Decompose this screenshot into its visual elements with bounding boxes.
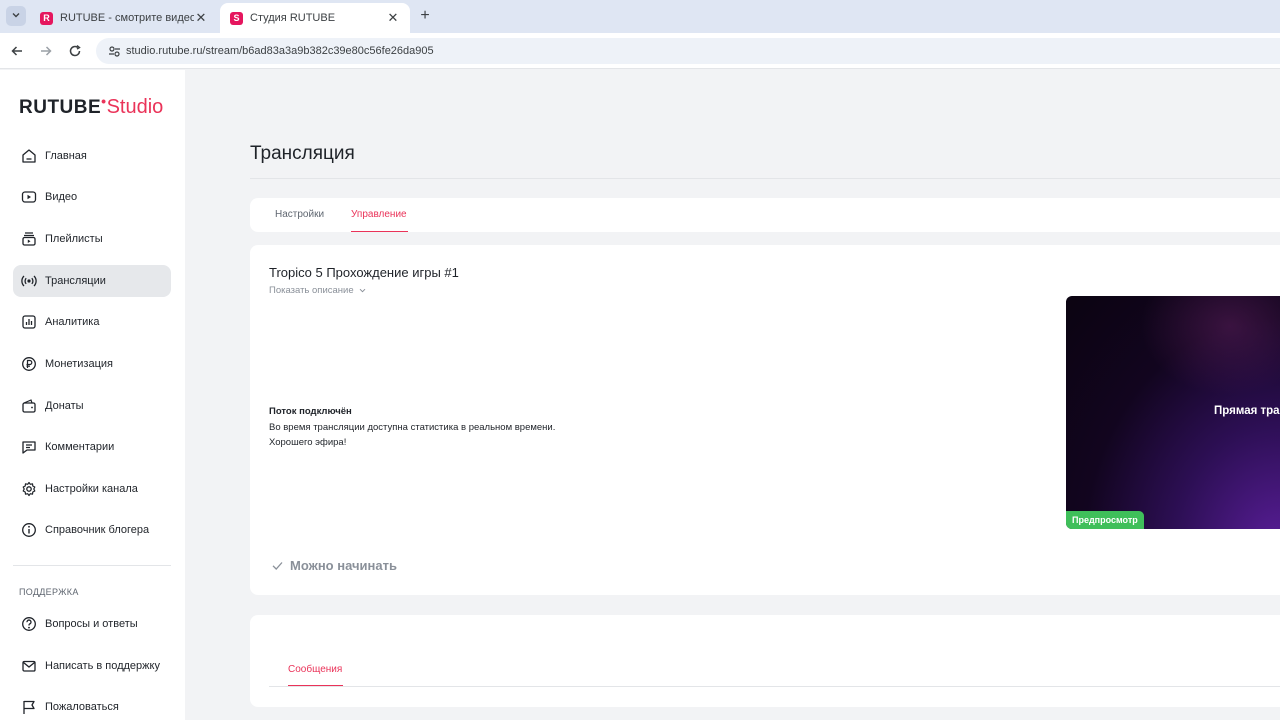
messages-card: Сообщения: [250, 615, 1280, 707]
browser-tab-rutube[interactable]: R RUTUBE - смотрите видео онл ✕: [30, 3, 218, 33]
stream-title: Tropico 5 Прохождение игры #1: [269, 265, 459, 280]
reload-icon: [69, 44, 81, 57]
sidebar-item-analytics[interactable]: Аналитика: [13, 306, 171, 338]
browser-tab-studio[interactable]: S Студия RUTUBE ✕: [220, 3, 410, 33]
site-settings-icon[interactable]: [106, 43, 122, 59]
sidebar: RUTUBE•Studio Главная Видео Плейлисты Тр…: [0, 70, 185, 720]
sidebar-item-label: Монетизация: [45, 358, 113, 370]
reload-button[interactable]: [65, 41, 85, 61]
comment-icon: [20, 438, 38, 456]
sidebar-item-label: Донаты: [45, 400, 84, 412]
title-divider: [250, 178, 1280, 179]
sidebar-item-label: Аналитика: [45, 316, 100, 328]
page-tabs: Настройки Управление: [250, 198, 1280, 232]
sidebar-item-channel-settings[interactable]: Настройки канала: [13, 473, 171, 505]
sidebar-item-faq[interactable]: Вопросы и ответы: [13, 608, 171, 640]
sidebar-item-label: Видео: [45, 191, 78, 203]
stream-status-greeting: Хорошего эфира!: [269, 437, 347, 448]
forward-button[interactable]: [36, 41, 56, 61]
arrow-left-icon: [11, 46, 22, 56]
arrow-right-icon: [41, 46, 52, 56]
sidebar-item-home[interactable]: Главная: [13, 140, 171, 172]
new-tab-button[interactable]: +: [416, 7, 434, 25]
sidebar-item-label: Плейлисты: [45, 233, 103, 245]
sidebar-item-comments[interactable]: Комментарии: [13, 431, 171, 463]
checkmark-icon: [271, 559, 284, 572]
browser-tab-title: Студия RUTUBE: [250, 12, 336, 24]
browser-toolbar: studio.rutube.ru/stream/b6ad83a3a9b382c3…: [0, 33, 1280, 69]
ready-to-start-status: Можно начинать: [271, 558, 397, 573]
active-tab-indicator: [288, 685, 343, 686]
address-bar[interactable]: studio.rutube.ru/stream/b6ad83a3a9b382c3…: [96, 38, 1280, 64]
sidebar-item-donations[interactable]: Донаты: [13, 390, 171, 422]
sidebar-divider: [13, 565, 171, 566]
sidebar-item-broadcasts[interactable]: Трансляции: [13, 265, 171, 297]
preview-live-text: Прямая трансляция: [1214, 405, 1280, 417]
sidebar-item-label: Главная: [45, 150, 87, 162]
sidebar-item-contact-support[interactable]: Написать в поддержку: [13, 650, 171, 682]
rutube-favicon-icon: R: [40, 11, 53, 25]
sidebar-item-report[interactable]: Пожаловаться: [13, 691, 171, 720]
close-tab-icon[interactable]: ✕: [194, 10, 208, 26]
sidebar-item-video[interactable]: Видео: [13, 181, 171, 213]
browser-tab-strip: R RUTUBE - смотрите видео онл ✕ S Студия…: [0, 0, 1280, 33]
close-tab-icon[interactable]: ✕: [386, 10, 400, 26]
tab-search-button[interactable]: [6, 6, 26, 26]
video-icon: [20, 188, 38, 206]
tab-messages[interactable]: Сообщения: [288, 664, 342, 675]
chevron-down-icon: [11, 7, 21, 25]
page-title: Трансляция: [250, 143, 355, 164]
info-icon: [20, 521, 38, 539]
chevron-down-icon: [358, 286, 367, 295]
analytics-icon: [20, 313, 38, 331]
mail-icon: [20, 657, 38, 675]
sidebar-item-monetization[interactable]: Монетизация: [13, 348, 171, 380]
studio-app: RUTUBE•Studio Главная Видео Плейлисты Тр…: [0, 70, 1280, 720]
tab-settings[interactable]: Настройки: [275, 209, 324, 220]
sidebar-item-label: Пожаловаться: [45, 701, 119, 713]
preview-glow: [1140, 296, 1280, 396]
stream-status-title: Поток подключён: [269, 406, 352, 417]
messages-divider: [269, 686, 1280, 687]
ready-label: Можно начинать: [290, 558, 397, 573]
sidebar-item-playlists[interactable]: Плейлисты: [13, 223, 171, 255]
stream-card: Tropico 5 Прохождение игры #1 Показать о…: [250, 245, 1280, 595]
preview-badge: Предпросмотр: [1066, 511, 1144, 529]
back-button[interactable]: [7, 41, 27, 61]
rutube-studio-favicon-icon: S: [230, 11, 243, 25]
broadcast-icon: [20, 272, 38, 290]
browser-tab-title: RUTUBE - смотрите видео онл: [60, 12, 194, 24]
url-text: studio.rutube.ru/stream/b6ad83a3a9b382c3…: [126, 45, 434, 57]
ruble-icon: [20, 355, 38, 373]
flag-icon: [20, 698, 38, 716]
gear-icon: [20, 480, 38, 498]
stream-preview-player[interactable]: Прямая трансляция Предпросмотр: [1066, 296, 1280, 529]
show-description-label: Показать описание: [269, 285, 354, 296]
tab-management[interactable]: Управление: [351, 209, 407, 220]
home-icon: [20, 147, 38, 165]
sidebar-item-label: Справочник блогера: [45, 524, 150, 536]
sidebar-item-label: Вопросы и ответы: [45, 618, 138, 630]
sidebar-item-label: Трансляции: [45, 275, 106, 287]
stream-status-text: Во время трансляции доступна статистика …: [269, 422, 556, 433]
active-tab-indicator: [351, 231, 408, 232]
rutube-studio-logo[interactable]: RUTUBE•Studio: [19, 93, 163, 119]
wallet-icon: [20, 397, 38, 415]
playlist-icon: [20, 230, 38, 248]
show-description-toggle[interactable]: Показать описание: [269, 285, 367, 296]
sidebar-item-label: Настройки канала: [45, 483, 138, 495]
support-heading: ПОДДЕРЖКА: [19, 587, 79, 597]
question-icon: [20, 615, 38, 633]
sidebar-item-label: Написать в поддержку: [45, 660, 160, 672]
sidebar-item-label: Комментарии: [45, 441, 115, 453]
sidebar-item-blogger-guide[interactable]: Справочник блогера: [13, 514, 171, 546]
